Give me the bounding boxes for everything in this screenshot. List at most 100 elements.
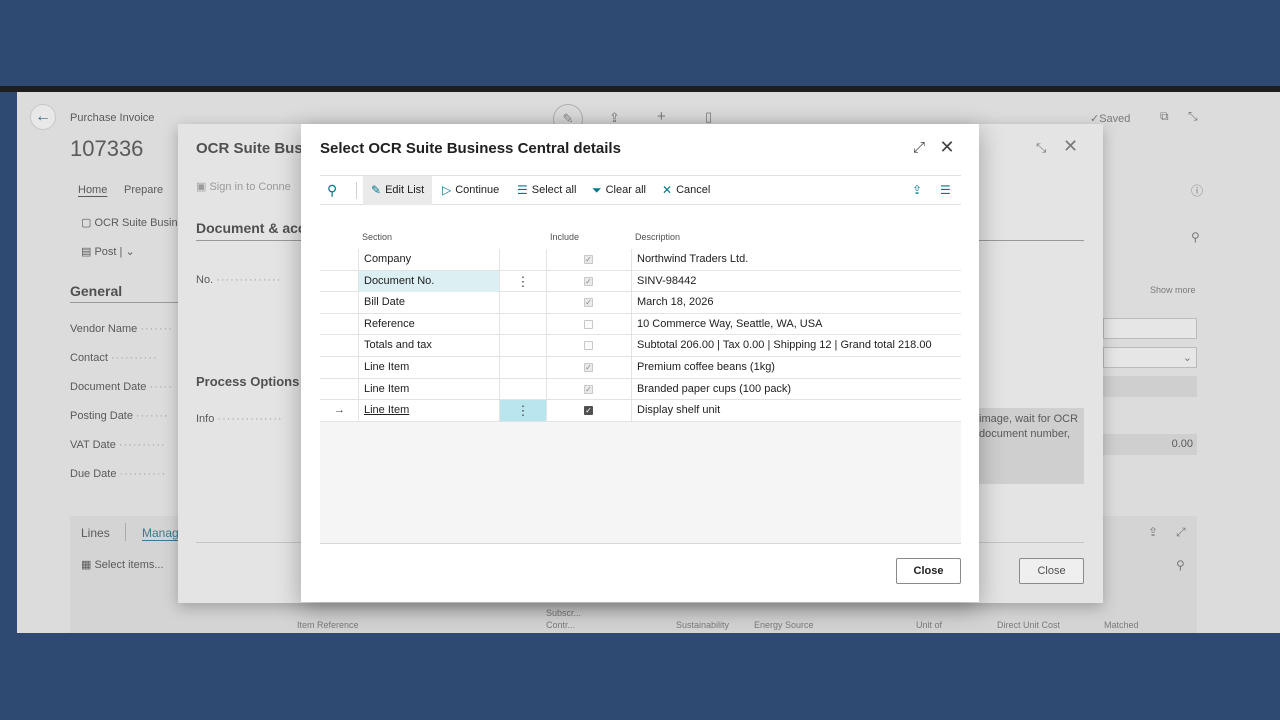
- section-cell[interactable]: Company: [359, 249, 499, 270]
- lines-tab[interactable]: Lines: [81, 526, 110, 540]
- close-button[interactable]: Close: [896, 558, 961, 584]
- select-all-icon: ☰: [517, 183, 528, 197]
- contact-dropdown[interactable]: ⌄: [1103, 347, 1197, 368]
- divider: [125, 523, 126, 541]
- continue-button[interactable]: ▷ Continue: [442, 176, 499, 205]
- edit-list-button[interactable]: ✎ Edit List: [363, 176, 433, 205]
- search-button[interactable]: ⚲: [327, 176, 337, 205]
- section-cell[interactable]: Document No.: [359, 270, 499, 292]
- section-cell[interactable]: Line Item: [359, 379, 499, 400]
- post-action[interactable]: ▤ Post | ⌄: [81, 245, 135, 258]
- back-arrow-icon[interactable]: ←: [30, 104, 56, 130]
- column-divider: [631, 313, 632, 336]
- clear-filter-icon: ⏷: [592, 183, 602, 197]
- document-date-input[interactable]: [1103, 376, 1197, 397]
- expand-icon[interactable]: ⤢: [910, 139, 928, 157]
- info-icon[interactable]: ⓘ: [1191, 182, 1203, 199]
- expand-lines-icon[interactable]: ⤢: [1176, 525, 1186, 540]
- include-checkbox[interactable]: ✓: [584, 255, 593, 264]
- column-divider: [546, 270, 547, 293]
- include-checkbox[interactable]: [584, 319, 593, 329]
- clear-all-button[interactable]: ⏷ Clear all: [592, 176, 646, 205]
- table-row[interactable]: Reference 10 Commerce Way, Seattle, WA, U…: [320, 313, 961, 336]
- row-menu-icon[interactable]: ⋮: [500, 271, 546, 292]
- col-section-header[interactable]: Section: [362, 232, 392, 242]
- field-document-date: Document Date ·····: [70, 381, 173, 393]
- pin-lines-icon[interactable]: ⚲: [1176, 558, 1185, 572]
- include-checkbox[interactable]: ✓: [584, 363, 593, 372]
- table-row[interactable]: Line Item ✓ Branded paper cups (100 pack): [320, 378, 961, 401]
- collapse-icon[interactable]: ⤡: [1188, 109, 1198, 124]
- column-divider: [546, 378, 547, 401]
- no-field-label: No. ··············: [196, 274, 282, 286]
- col-energy-source: Energy Source: [754, 620, 814, 630]
- row-menu-icon[interactable]: ⋮: [500, 400, 546, 422]
- field-contact: Contact ··········: [70, 352, 158, 364]
- dialog-title: Select OCR Suite Business Central detail…: [320, 140, 621, 157]
- collapse-icon[interactable]: ⤡: [1036, 140, 1046, 156]
- table-row[interactable]: Totals and tax Subtotal 206.00 | Tax 0.00…: [320, 335, 961, 357]
- share-lines-icon[interactable]: ⇪: [1148, 525, 1158, 539]
- select-items-action[interactable]: ▦ Select items...: [81, 558, 164, 571]
- col-subscr: Subscr...: [546, 608, 582, 618]
- select-all-button[interactable]: ☰ Select all: [517, 176, 576, 205]
- close-icon[interactable]: ✕: [1063, 136, 1078, 157]
- col-matched: Matched: [1104, 620, 1139, 630]
- sign-in-action[interactable]: ▣ Sign in to Conne: [196, 180, 291, 193]
- ocr-suite-action[interactable]: ▢ OCR Suite Busine: [81, 216, 184, 229]
- column-divider: [546, 335, 547, 357]
- description-cell: Display shelf unit: [637, 404, 721, 417]
- select-items-icon: ▦: [81, 559, 95, 571]
- include-checkbox[interactable]: ✓: [584, 298, 593, 308]
- table-row[interactable]: Company ✓ Northwind Traders Ltd.: [320, 249, 961, 271]
- show-more-link[interactable]: Show more: [1150, 285, 1196, 295]
- field-vendor-name: Vendor Name ·······: [70, 323, 173, 335]
- table-row[interactable]: → Line Item ⋮ ✓ Display shelf unit: [320, 400, 961, 422]
- document-icon: ▢: [81, 217, 95, 229]
- process-options-heading: Process Options: [196, 374, 300, 389]
- include-checkbox[interactable]: ✓: [584, 406, 593, 416]
- col-include-header[interactable]: Include: [550, 232, 579, 242]
- close-icon[interactable]: ✕: [938, 138, 956, 156]
- cancel-x-icon: ✕: [662, 183, 673, 197]
- section-cell[interactable]: Totals and tax: [359, 335, 499, 356]
- delete-icon[interactable]: ▯: [705, 109, 712, 125]
- divider: [70, 302, 180, 303]
- column-divider: [499, 313, 500, 336]
- new-plus-icon[interactable]: +: [657, 108, 666, 125]
- column-divider: [546, 249, 547, 271]
- col-description-header[interactable]: Description: [635, 232, 680, 242]
- ocr-close-button[interactable]: Close: [1019, 558, 1084, 584]
- pin-icon[interactable]: ⚲: [1191, 230, 1200, 244]
- open-new-window-icon[interactable]: ⧉: [1160, 109, 1169, 124]
- list-view-button[interactable]: ☰: [940, 176, 951, 205]
- section-cell[interactable]: Line Item: [359, 400, 499, 421]
- tab-prepare[interactable]: Prepare: [124, 184, 163, 196]
- vendor-name-input[interactable]: [1103, 318, 1197, 339]
- vat-date-input[interactable]: 0.00: [1103, 434, 1197, 455]
- column-divider: [546, 357, 547, 379]
- include-checkbox[interactable]: ✓: [584, 384, 593, 394]
- include-checkbox[interactable]: [584, 341, 593, 351]
- section-cell[interactable]: Line Item: [359, 357, 499, 378]
- column-divider: [631, 270, 632, 293]
- column-divider: [546, 292, 547, 314]
- breadcrumb: Purchase Invoice: [70, 112, 155, 124]
- include-checkbox[interactable]: ✓: [584, 276, 593, 286]
- table-row[interactable]: Document No. ⋮ ✓ SINV-98442: [320, 270, 961, 293]
- post-icon: ▤: [81, 246, 95, 258]
- share-button[interactable]: ⇪: [912, 176, 922, 205]
- column-divider: [631, 249, 632, 271]
- tab-home[interactable]: Home: [78, 184, 107, 196]
- table-row[interactable]: Line Item ✓ Premium coffee beans (1kg): [320, 357, 961, 379]
- continue-icon: ▷: [442, 183, 452, 197]
- document-section-heading: Document & acc: [196, 220, 306, 236]
- share-icon: ⇪: [912, 183, 923, 197]
- select-details-dialog: Select OCR Suite Business Central detail…: [301, 124, 979, 602]
- table-row[interactable]: Bill Date ✓ March 18, 2026: [320, 292, 961, 314]
- cancel-button[interactable]: ✕ Cancel: [662, 176, 710, 205]
- col-item-reference: Item Reference: [297, 620, 359, 630]
- section-cell[interactable]: Bill Date: [359, 292, 499, 313]
- section-cell[interactable]: Reference: [359, 314, 499, 335]
- column-divider: [499, 357, 500, 379]
